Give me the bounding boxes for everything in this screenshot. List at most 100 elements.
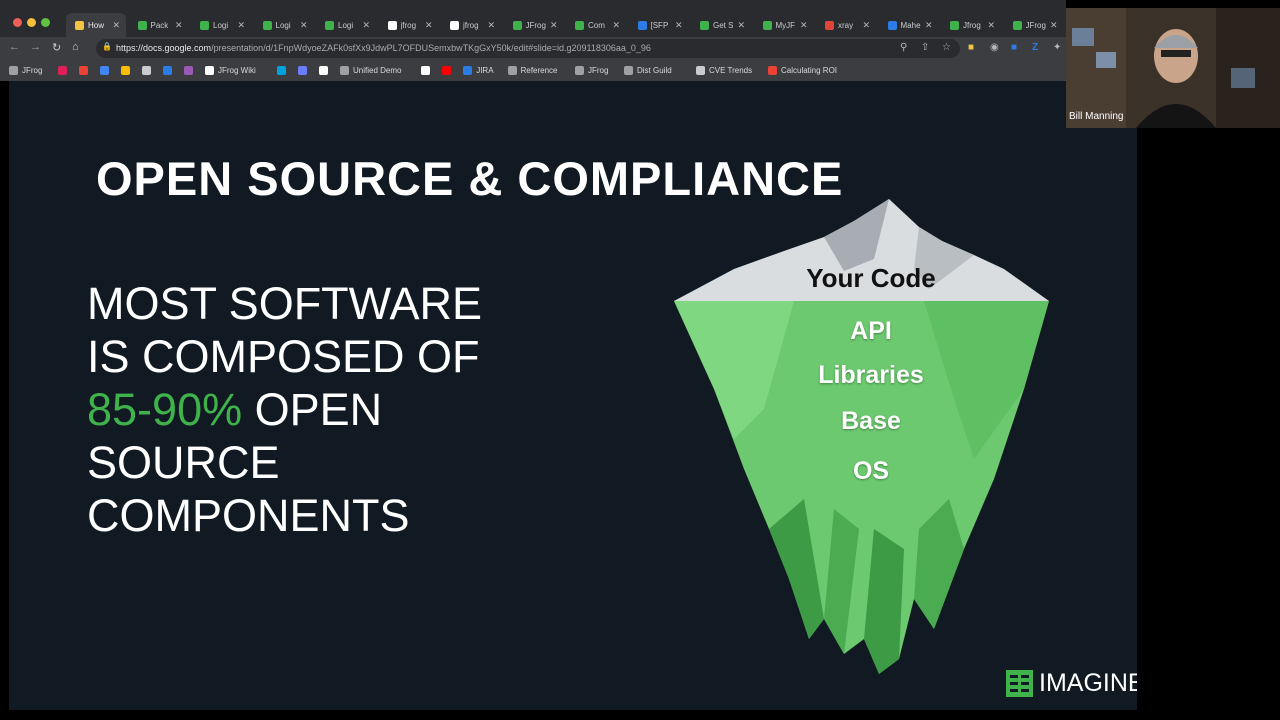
browser-tab[interactable]: Pack ✕ <box>129 13 189 37</box>
bookmark-label: Unified Demo <box>353 65 402 75</box>
tab-close-icon[interactable]: ✕ <box>112 20 120 31</box>
body-line-3: 85-90% OPEN <box>87 383 647 436</box>
body-line-1: MOST SOFTWARE <box>87 278 483 329</box>
extensions-puzzle-icon[interactable]: ✦ <box>1053 42 1061 53</box>
browser-tab[interactable]: JFrog ✕ <box>504 13 564 37</box>
bookmark-label: Calculating ROI <box>781 65 838 75</box>
tab-favicon-icon <box>200 20 209 30</box>
body-line-4: SOURCE <box>87 437 280 488</box>
browser-tab[interactable]: jfrog ✕ <box>441 13 501 37</box>
tab-close-icon[interactable]: ✕ <box>925 20 933 31</box>
folder-icon <box>9 65 18 75</box>
bookmark-item[interactable]: JFrog Wiki <box>205 63 256 77</box>
browser-tab[interactable]: How ✕ <box>66 13 126 37</box>
tab-favicon-icon <box>387 20 397 30</box>
bookmark-item[interactable] <box>277 63 286 77</box>
tab-label: Logi <box>275 20 291 30</box>
browser-tab[interactable]: Mahe ✕ <box>879 13 939 37</box>
tab-close-icon[interactable]: ✕ <box>487 20 495 31</box>
bookmark-item[interactable] <box>319 63 328 77</box>
bookmark-item[interactable] <box>421 63 431 77</box>
bookmark-item[interactable] <box>79 63 88 77</box>
bookmark-item[interactable]: JIRA <box>463 63 494 77</box>
tab-close-icon[interactable]: ✕ <box>550 20 558 31</box>
bookmark-item[interactable]: Calculating ROI <box>768 63 837 77</box>
extension-highlighter-icon[interactable]: ■ <box>968 42 974 53</box>
tab-label: Jfrog <box>963 20 981 30</box>
tab-label: MyJF <box>775 20 796 30</box>
zoom-window-dot[interactable] <box>41 18 50 27</box>
tab-close-icon[interactable]: ✕ <box>237 20 245 31</box>
minimize-window-dot[interactable] <box>27 18 36 27</box>
bookmark-item[interactable]: CVE Trends <box>696 63 752 77</box>
tab-label: Mahe <box>900 20 921 30</box>
tab-close-icon[interactable]: ✕ <box>800 20 808 31</box>
bookmark-item[interactable]: JFrog <box>575 63 608 77</box>
circle-icon <box>163 65 172 75</box>
bookmark-item[interactable] <box>298 63 307 77</box>
tab-favicon-icon <box>825 20 834 30</box>
bookmark-item[interactable] <box>100 63 109 77</box>
bookmark-item[interactable] <box>442 63 452 77</box>
extension-square-icon[interactable]: ■ <box>1011 42 1017 53</box>
drive-icon <box>121 65 130 75</box>
close-window-dot[interactable] <box>13 18 22 27</box>
back-icon[interactable]: ← <box>9 41 20 53</box>
tab-close-icon[interactable]: ✕ <box>737 20 745 31</box>
tab-label: Logi <box>338 20 354 30</box>
bookmark-item[interactable] <box>142 63 151 77</box>
tab-label: Com <box>588 20 605 30</box>
extension-circle-icon[interactable]: ◉ <box>990 42 999 53</box>
bookmark-item[interactable]: Unified Demo <box>340 63 401 77</box>
folder-icon <box>575 65 584 75</box>
tab-close-icon[interactable]: ✕ <box>1050 20 1058 31</box>
browser-tab[interactable]: MyJF ✕ <box>754 13 814 37</box>
tab-close-icon[interactable]: ✕ <box>675 20 683 31</box>
jira-icon <box>463 65 473 75</box>
tab-favicon-icon <box>512 20 522 30</box>
tab-favicon-icon <box>1012 20 1022 30</box>
browser-tab[interactable]: Jfrog ✕ <box>941 13 1001 37</box>
reload-icon[interactable]: ↻ <box>52 41 61 54</box>
github-icon <box>421 65 431 75</box>
percent-highlight: 85-90% <box>87 384 243 435</box>
tab-close-icon[interactable]: ✕ <box>425 20 433 31</box>
browser-tab[interactable]: Logi ✕ <box>316 13 376 37</box>
app2-icon <box>298 65 307 75</box>
bookmark-item[interactable] <box>58 63 67 77</box>
tab-close-icon[interactable]: ✕ <box>612 20 620 31</box>
bookmark-item[interactable]: Reference <box>507 63 558 77</box>
bookmark-item[interactable]: Dist Guild <box>624 63 672 77</box>
home-icon[interactable]: ⌂ <box>72 41 79 53</box>
tab-favicon-icon <box>450 20 459 30</box>
tab-favicon-icon <box>575 20 584 30</box>
body-line-3-text: OPEN <box>242 384 383 435</box>
tab-label: [SFP <box>650 20 669 30</box>
zoom-icon[interactable]: ⚲ <box>900 42 907 53</box>
extension-zoom-icon[interactable]: Z <box>1032 42 1038 53</box>
tab-close-icon[interactable]: ✕ <box>300 20 308 31</box>
tab-close-icon[interactable]: ✕ <box>987 20 995 31</box>
bookmark-item[interactable] <box>121 63 130 77</box>
browser-tab[interactable]: Logi ✕ <box>254 13 314 37</box>
browser-tab[interactable]: Com ✕ <box>566 13 626 37</box>
browser-tab[interactable]: xray ✕ <box>816 13 876 37</box>
tab-close-icon[interactable]: ✕ <box>175 20 183 31</box>
slide-title: OPEN SOURCE & COMPLIANCE <box>96 152 844 205</box>
browser-tab[interactable]: JFrog ✕ <box>1004 13 1064 37</box>
browser-tab[interactable]: Get S ✕ <box>691 13 751 37</box>
tab-close-icon[interactable]: ✕ <box>362 20 370 31</box>
participant-video[interactable]: Bill Manning <box>1066 8 1280 128</box>
browser-tab[interactable]: jfrog ✕ <box>379 13 439 37</box>
tab-close-icon[interactable]: ✕ <box>862 20 870 31</box>
browser-tab[interactable]: [SFP ✕ <box>629 13 689 37</box>
star-icon[interactable]: ☆ <box>942 42 951 53</box>
browser-tab[interactable]: Logi ✕ <box>191 13 251 37</box>
bookmark-item[interactable]: JFrog <box>9 63 42 77</box>
url-text[interactable]: https://docs.google.com/presentation/d/1… <box>116 43 651 53</box>
bookmark-item[interactable] <box>184 63 193 77</box>
bookmark-item[interactable] <box>163 63 172 77</box>
forward-icon[interactable]: → <box>30 41 41 53</box>
tab-favicon-icon <box>325 20 334 30</box>
share-icon[interactable]: ⇧ <box>921 42 929 53</box>
